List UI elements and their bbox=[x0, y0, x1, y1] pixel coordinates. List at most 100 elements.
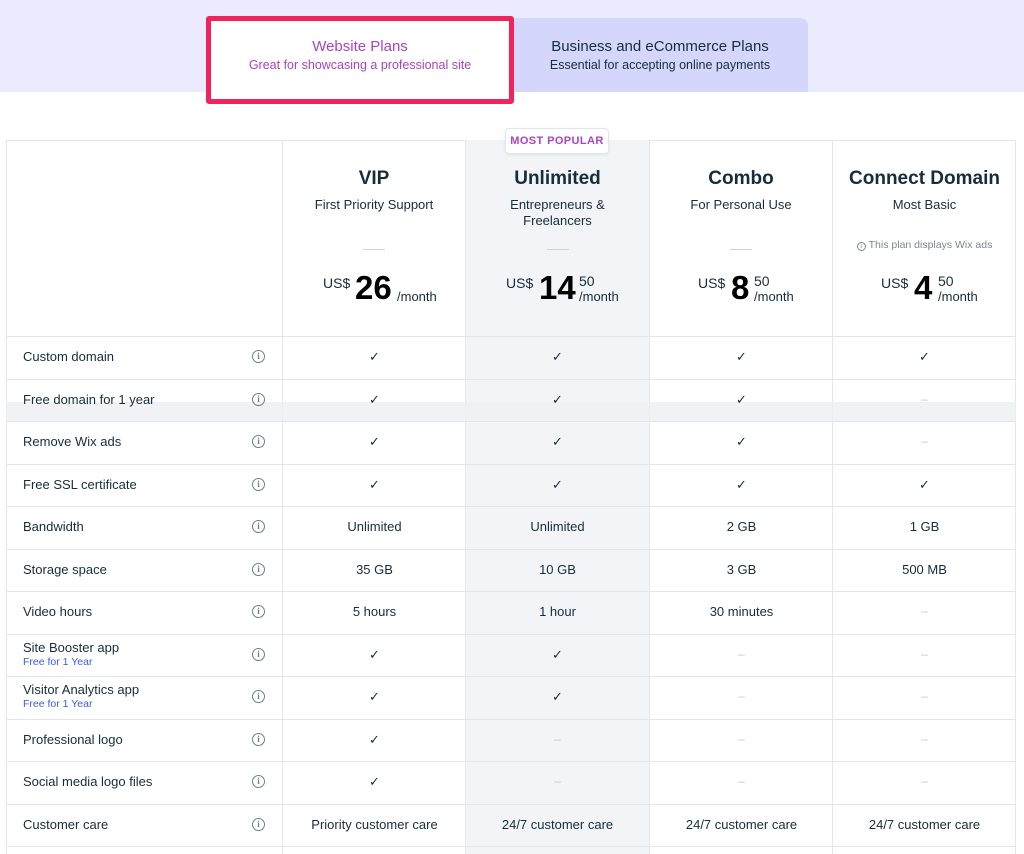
tab-website-plans[interactable]: Website Plans Great for showcasing a pro… bbox=[208, 18, 512, 92]
dash-icon: – bbox=[554, 732, 561, 746]
dash-icon: – bbox=[921, 732, 928, 746]
price-period: /month bbox=[397, 289, 437, 304]
check-icon: ✓ bbox=[552, 689, 563, 704]
row-divider bbox=[6, 719, 1016, 720]
row-divider bbox=[6, 549, 1016, 550]
row-divider bbox=[6, 634, 1016, 635]
plan-name: VIP bbox=[358, 168, 390, 189]
info-icon[interactable]: i bbox=[252, 818, 265, 831]
row-divider bbox=[6, 464, 1016, 465]
price-currency: US$ bbox=[506, 275, 534, 291]
price-amount: 4 bbox=[914, 269, 933, 306]
check-icon: ✓ bbox=[369, 689, 380, 704]
price-period: /month bbox=[579, 289, 619, 304]
price-amount: 8 bbox=[731, 269, 750, 306]
price-cents: 50 bbox=[938, 273, 954, 289]
plan-description: First Priority Support bbox=[314, 197, 434, 212]
plan-price: US$ 14 50 /month bbox=[466, 270, 649, 310]
check-icon: ✓ bbox=[369, 647, 380, 662]
plan-ads-note: i This plan displays Wix ads bbox=[833, 239, 1016, 251]
info-icon[interactable]: i bbox=[252, 350, 265, 363]
feature-value: 1 hour bbox=[539, 604, 576, 619]
check-icon: ✓ bbox=[369, 774, 380, 789]
plan-header-unlimited: Unlimited Entrepreneurs & Freelancers US… bbox=[466, 140, 649, 336]
row-divider bbox=[6, 846, 1016, 847]
info-icon[interactable]: i bbox=[252, 648, 265, 661]
dash-icon: – bbox=[921, 434, 928, 448]
info-icon[interactable]: i bbox=[252, 520, 265, 533]
plan-header-combo: Combo For Personal Use US$ 8 50 /month bbox=[650, 140, 832, 336]
dash-icon: – bbox=[921, 647, 928, 661]
feature-label: Visitor Analytics app bbox=[23, 682, 140, 697]
row-divider bbox=[6, 804, 1016, 805]
info-icon: i bbox=[856, 242, 866, 251]
plan-description: Entrepreneurs & Freelancers bbox=[510, 197, 605, 228]
check-icon: ✓ bbox=[552, 392, 563, 407]
row-divider bbox=[6, 591, 1016, 592]
dash-icon: – bbox=[921, 604, 928, 618]
check-icon: ✓ bbox=[552, 477, 563, 492]
tab-subtitle: Essential for accepting online payments bbox=[549, 58, 771, 72]
feature-value: 3 GB bbox=[726, 562, 757, 577]
feature-value: 1 GB bbox=[909, 519, 940, 534]
plan-price: US$ 8 50 /month bbox=[650, 270, 832, 310]
feature-value: 2 GB bbox=[726, 519, 757, 534]
check-icon: ✓ bbox=[736, 349, 747, 364]
feature-value: 35 GB bbox=[356, 562, 393, 577]
feature-label: Free SSL certificate bbox=[23, 477, 137, 492]
feature-sublabel: Free for 1 Year bbox=[23, 698, 93, 710]
plan-price: US$ 4 50 /month bbox=[833, 270, 1016, 310]
row-divider bbox=[6, 506, 1016, 507]
feature-value: 30 minutes bbox=[709, 604, 774, 619]
feature-value: 500 MB bbox=[902, 562, 947, 577]
plan-header-connect-domain: Connect Domain Most Basic i This plan dis… bbox=[833, 140, 1016, 336]
row-divider bbox=[6, 761, 1016, 762]
dash-icon: – bbox=[921, 689, 928, 703]
divider bbox=[730, 249, 752, 250]
info-icon[interactable]: i bbox=[252, 775, 265, 788]
feature-label: Bandwidth bbox=[23, 519, 84, 534]
feature-value: Unlimited bbox=[530, 519, 585, 534]
dash-icon: – bbox=[921, 774, 928, 788]
info-icon[interactable]: i bbox=[252, 690, 265, 703]
info-icon[interactable]: i bbox=[252, 478, 265, 491]
feature-value: 24/7 customer care bbox=[501, 817, 614, 832]
price-currency: US$ bbox=[881, 275, 909, 291]
info-icon[interactable]: i bbox=[252, 435, 265, 448]
dash-icon: – bbox=[738, 732, 745, 746]
info-icon[interactable]: i bbox=[252, 563, 265, 576]
price-currency: US$ bbox=[698, 275, 726, 291]
info-icon[interactable]: i bbox=[252, 605, 265, 618]
check-icon: ✓ bbox=[369, 349, 380, 364]
dash-icon: – bbox=[554, 774, 561, 788]
check-icon: ✓ bbox=[369, 732, 380, 747]
check-icon: ✓ bbox=[736, 434, 747, 449]
feature-label: Professional logo bbox=[23, 732, 123, 747]
plan-name: Combo bbox=[708, 168, 774, 189]
plan-name: Unlimited bbox=[514, 168, 601, 189]
check-icon: ✓ bbox=[919, 349, 930, 364]
feature-value: Unlimited bbox=[347, 519, 402, 534]
feature-sublabel: Free for 1 Year bbox=[23, 656, 93, 668]
price-amount: 26 bbox=[355, 269, 392, 306]
check-icon: ✓ bbox=[736, 392, 747, 407]
tab-business-ecommerce-plans[interactable]: Business and eCommerce Plans Essential f… bbox=[512, 18, 808, 92]
row-divider bbox=[6, 336, 1016, 337]
feature-label: Storage space bbox=[23, 562, 107, 577]
feature-label: Free domain for 1 year bbox=[23, 392, 155, 407]
check-icon: ✓ bbox=[736, 477, 747, 492]
feature-label: Customer care bbox=[23, 817, 109, 832]
check-icon: ✓ bbox=[552, 647, 563, 662]
price-period: /month bbox=[754, 289, 794, 304]
tab-subtitle: Great for showcasing a professional site bbox=[248, 58, 472, 72]
check-icon: ✓ bbox=[369, 392, 380, 407]
feature-value: Priority customer care bbox=[311, 817, 438, 832]
dash-icon: – bbox=[738, 689, 745, 703]
dash-icon: – bbox=[921, 392, 928, 406]
info-icon[interactable]: i bbox=[252, 393, 265, 406]
feature-value: 24/7 customer care bbox=[685, 817, 798, 832]
price-period: /month bbox=[938, 289, 978, 304]
plan-description: For Personal Use bbox=[690, 197, 792, 212]
plan-ads-note-text: This plan displays Wix ads bbox=[868, 239, 993, 251]
info-icon[interactable]: i bbox=[252, 733, 265, 746]
